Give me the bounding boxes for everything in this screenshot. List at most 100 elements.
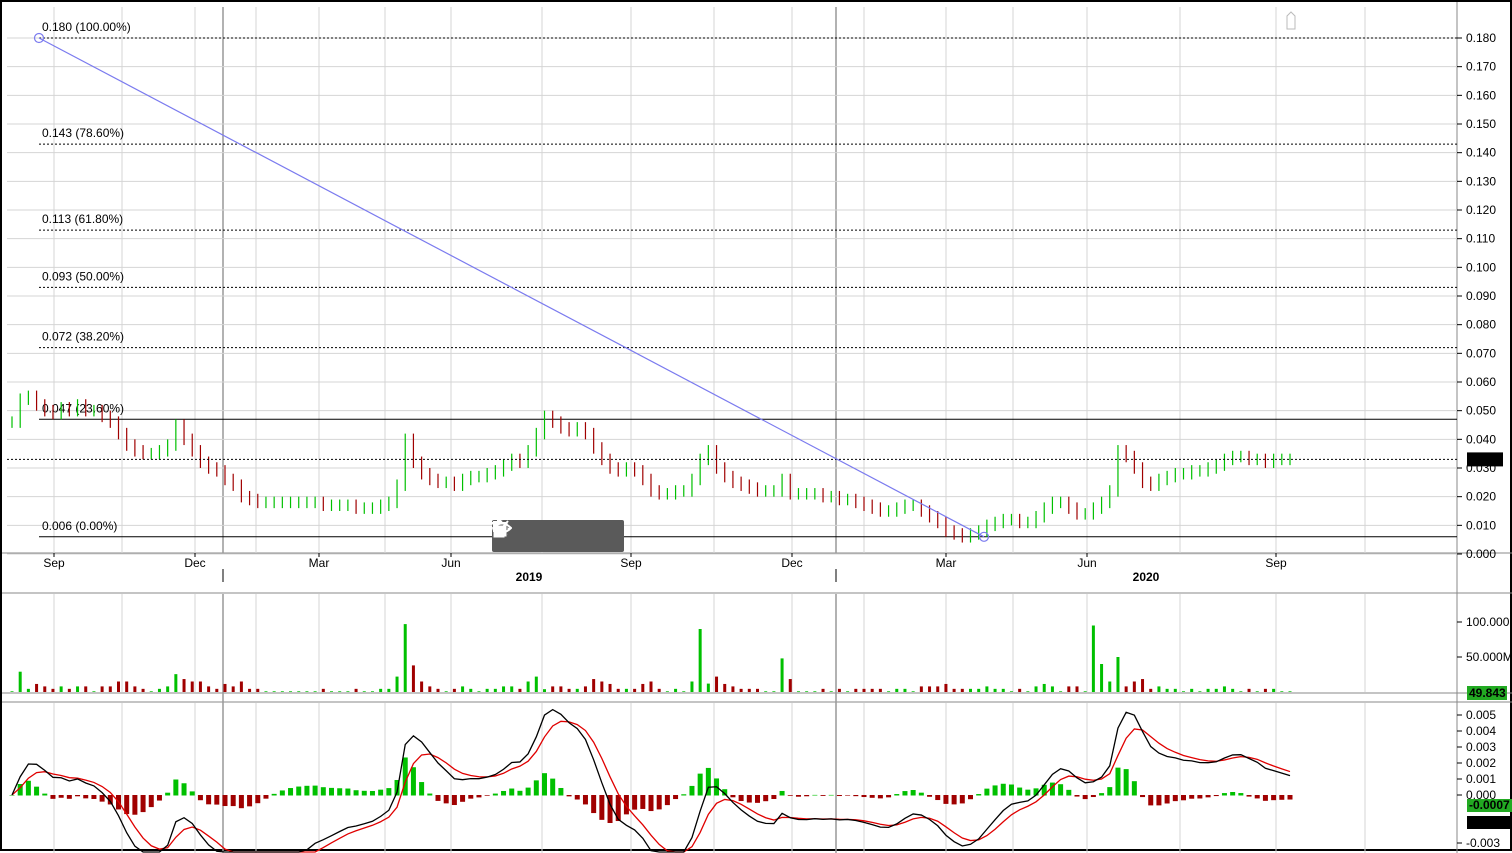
macd-histogram-bar (820, 795, 826, 796)
hide-icon (492, 520, 512, 536)
volume-bar (1091, 625, 1095, 692)
macd-histogram-bar (640, 795, 646, 809)
chart-canvas[interactable]: 0.180 0.170 0.160 0.150 0.140 0.130 0.120 0.110… (2, 2, 1512, 853)
volume-bar (461, 686, 465, 692)
volume-bar (928, 686, 932, 692)
macd-histogram-bar (58, 795, 64, 798)
macd-histogram-bar (173, 779, 179, 796)
macd-histogram-bar (1279, 795, 1285, 800)
volume-bar (1018, 688, 1022, 692)
volume-bar (887, 691, 891, 692)
delete-button[interactable] (492, 520, 588, 549)
macd-histogram-bar (1213, 795, 1219, 797)
volume-bar (256, 688, 260, 692)
volume-bar (1214, 688, 1218, 692)
volume-bar (403, 624, 407, 692)
volume-bar (837, 688, 841, 692)
volume-bar (117, 681, 120, 692)
macd-histogram-bar (1156, 795, 1162, 806)
fib-level-label: 0.113 (61.80%) (42, 212, 123, 226)
macd-histogram-bar (779, 790, 785, 796)
macd-histogram-bar (296, 786, 302, 796)
volume-bar (182, 679, 186, 692)
y-tick-label: 0.130 (1466, 174, 1496, 188)
copy-button[interactable] (493, 521, 555, 549)
macd-tick-label: 0.004 (1466, 724, 1496, 738)
macd-signal-line (11, 720, 1291, 853)
macd-histogram-bar (951, 795, 957, 805)
volume-bar (510, 686, 514, 692)
volume-bar (125, 681, 129, 692)
macd-histogram-bar (468, 795, 474, 799)
volume-bar (1272, 688, 1276, 692)
macd-histogram-bar (1181, 795, 1186, 801)
macd-histogram-bar (1074, 795, 1080, 797)
volume-bar (436, 688, 440, 692)
macd-histogram-bar (894, 794, 900, 796)
volume-bar (608, 683, 612, 692)
volume-bar (157, 688, 161, 692)
macd-histogram-bar (746, 795, 752, 803)
y-tick-label: 0.090 (1466, 289, 1496, 303)
macd-histogram-bar (9, 795, 15, 796)
volume-bar (1108, 681, 1112, 692)
volume-bar (977, 688, 981, 692)
volume-bar (911, 691, 915, 692)
y-tick-label: 0.050 (1466, 404, 1496, 418)
macd-histogram-bar (345, 788, 351, 796)
macd-histogram-bar (156, 795, 162, 801)
volume-bar (231, 686, 235, 692)
volume-bar (330, 691, 333, 692)
macd-histogram-bar (66, 795, 72, 799)
fib-level-label: 0.143 (78.60%) (42, 126, 124, 140)
macd-tick-label: 0.005 (1466, 708, 1496, 722)
macd-histogram-bar (976, 794, 982, 796)
volume-bar (862, 688, 866, 692)
macd-histogram-bar (517, 790, 523, 796)
volume-bar (289, 691, 293, 692)
macd-histogram-bar (263, 795, 269, 799)
macd-histogram-bar (738, 795, 744, 802)
volume-bar (772, 691, 776, 692)
fullscreen-icon[interactable] (1285, 10, 1297, 30)
macd-histogram-bar (927, 795, 933, 797)
hide-button[interactable] (492, 520, 621, 549)
volume-bar (715, 676, 719, 692)
volume-bar (551, 686, 555, 692)
volume-bar (133, 686, 137, 692)
fib-level-label: 0.093 (50.00%) (42, 269, 124, 283)
x-month-label: Dec (781, 556, 802, 570)
x-month-label: Jun (1077, 556, 1096, 570)
volume-bar (166, 686, 170, 692)
macd-histogram-bar (75, 795, 81, 797)
x-month-label: Sep (43, 556, 65, 570)
volume-bar (1255, 691, 1259, 692)
volume-bar (1141, 679, 1145, 692)
volume-bar (665, 691, 669, 692)
volume-bar (108, 686, 112, 692)
macd-histogram-bar (1082, 795, 1088, 800)
macd-histogram-bar (460, 795, 466, 802)
volume-bar (575, 688, 579, 692)
macd-histogram-bar (1246, 795, 1252, 797)
volume-bar (543, 689, 546, 692)
fib-level-label: 0.006 (0.00%) (42, 519, 117, 533)
macd-histogram-bar (550, 778, 556, 796)
volume-bar (690, 681, 694, 692)
macd-histogram-bar (255, 795, 261, 804)
macd-histogram-bar (1262, 795, 1268, 801)
fib-level-label: 0.047 (23.60%) (42, 401, 124, 415)
volume-bar (1239, 691, 1243, 692)
volume-bar (878, 688, 882, 692)
macd-histogram-bar (1189, 795, 1195, 799)
macd-histogram-bar (763, 795, 769, 802)
y-tick-label: 0.110 (1466, 232, 1495, 246)
y-tick-label: 0.080 (1466, 318, 1496, 332)
volume-bar (313, 691, 317, 692)
volume-tick-label: 100.000 (1466, 615, 1510, 629)
y-tick-label: 0.160 (1466, 88, 1496, 102)
volume-bar (198, 681, 202, 692)
volume-bar (960, 688, 964, 692)
volume-bar (969, 688, 972, 692)
y-tick-label: 0.000 (1466, 547, 1496, 561)
